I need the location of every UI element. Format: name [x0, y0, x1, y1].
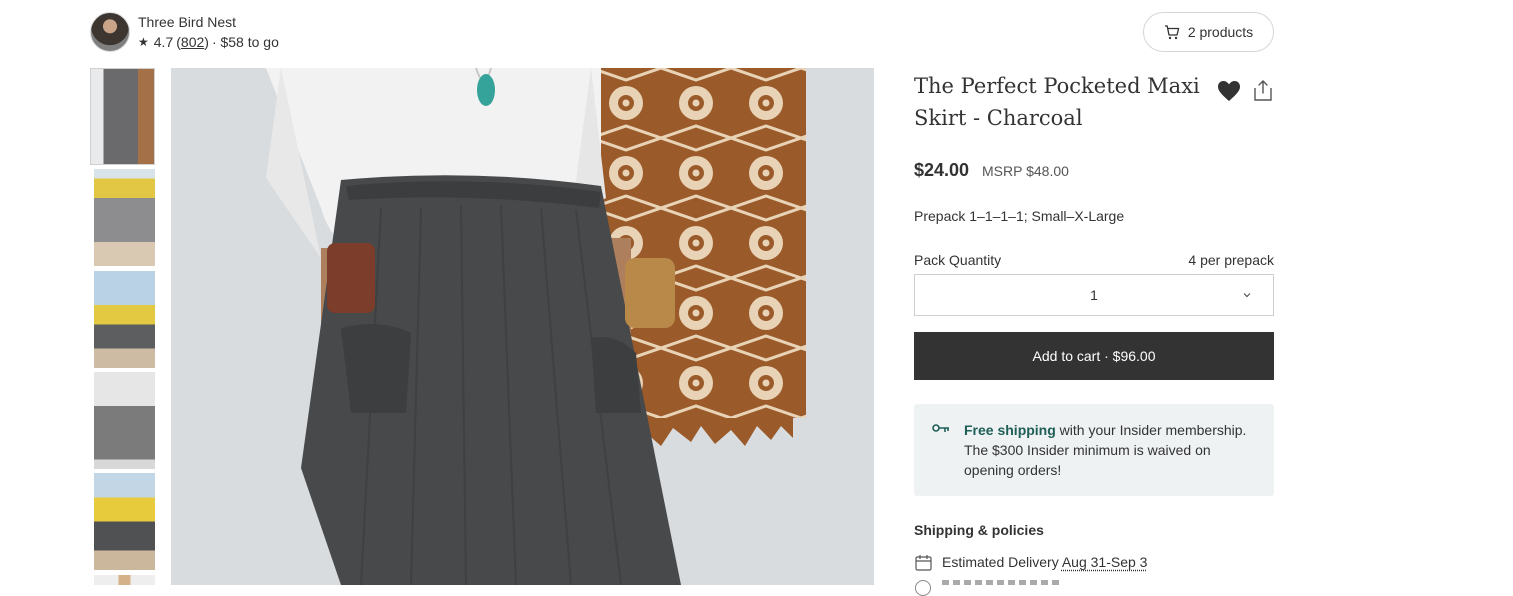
thumbnail-5[interactable] [94, 473, 155, 570]
product-title: The Perfect Pocketed Maxi Skirt - Charco… [914, 70, 1204, 134]
calendar-icon [915, 554, 932, 571]
cart-label: 2 products [1188, 24, 1253, 40]
msrp-price: MSRP $48.00 [982, 163, 1069, 179]
shop-rating: 4.7 [154, 34, 173, 50]
estimated-delivery-dates[interactable]: Aug 31-Sep 3 [1062, 554, 1148, 570]
wholesale-price: $24.00 [914, 160, 969, 181]
shipping-policies-heading: Shipping & policies [914, 522, 1044, 538]
thumbnail-1[interactable] [90, 68, 155, 165]
estimated-delivery-label: Estimated Delivery [942, 554, 1059, 570]
star-icon: ★ [138, 35, 149, 49]
estimated-delivery: Estimated Delivery Aug 31-Sep 3 [942, 554, 1147, 570]
free-shipping-text: Free shipping with your Insider membersh… [964, 420, 1260, 480]
shop-avatar[interactable] [90, 12, 130, 52]
cart-button[interactable]: 2 products [1143, 12, 1274, 52]
product-photo [171, 68, 874, 585]
pack-quantity-select[interactable]: 1 [914, 274, 1274, 316]
thumbnail-4[interactable] [94, 372, 155, 469]
thumbnail-3[interactable] [94, 271, 155, 368]
chevron-down-icon [1241, 289, 1253, 301]
pack-quantity-value: 1 [1090, 287, 1098, 303]
add-to-cart-button[interactable]: Add to cart · $96.00 [914, 332, 1274, 380]
free-shipping-highlight[interactable]: Free shipping [964, 422, 1056, 438]
main-product-image[interactable] [171, 68, 874, 585]
thumbnail-2[interactable] [94, 169, 155, 266]
favorite-heart-icon[interactable] [1217, 80, 1241, 102]
cut-off-policy-line [942, 580, 1062, 585]
per-prepack-label: 4 per prepack [1060, 252, 1274, 268]
globe-icon [915, 580, 931, 596]
pack-quantity-label: Pack Quantity [914, 252, 1001, 268]
shop-reviews-wrap[interactable]: (802) [176, 34, 209, 50]
shop-reviews-link[interactable]: 802 [181, 34, 204, 50]
thumbnail-6[interactable] [94, 575, 155, 585]
key-icon [932, 422, 950, 434]
shop-minimum-to-go: · $58 to go [212, 34, 279, 50]
shop-name[interactable]: Three Bird Nest [138, 14, 236, 30]
share-icon[interactable] [1254, 79, 1272, 101]
prepack-info: Prepack 1–1–1–1; Small–X-Large [914, 208, 1124, 224]
cart-icon [1164, 25, 1180, 40]
free-shipping-notice: Free shipping with your Insider membersh… [914, 404, 1274, 496]
shop-rating-row: ★ 4.7 (802) · $58 to go [138, 34, 279, 50]
